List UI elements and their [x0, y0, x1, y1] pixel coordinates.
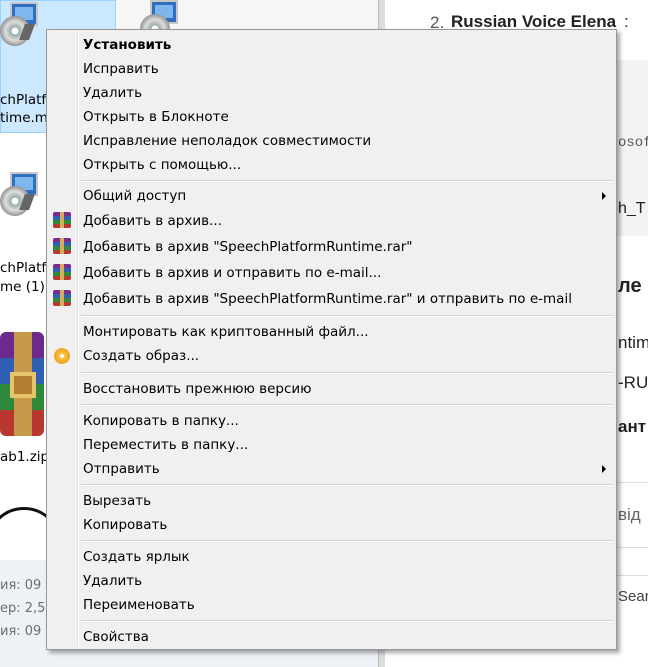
file-name[interactable]: me (1).	[0, 279, 49, 295]
file-name[interactable]: chPlatf	[0, 92, 46, 108]
menu-separator	[81, 404, 614, 406]
menu-item-uninstall[interactable]: Удалить	[83, 82, 142, 104]
menu-item-add-to-named-archive-email[interactable]: Добавить в архив "SpeechPlatformRuntime.…	[83, 288, 572, 310]
menu-item-send-to[interactable]: Отправить	[83, 458, 160, 480]
menu-item-move-to-folder[interactable]: Переместить в папку...	[83, 434, 248, 456]
installer-file-icon[interactable]	[0, 172, 44, 216]
search-input-text[interactable]: Searc	[618, 588, 648, 605]
winrar-icon	[53, 212, 71, 228]
doc-heading: ле	[618, 275, 642, 297]
details-value: ия: 09	[0, 578, 42, 593]
doc-text: h_T	[618, 200, 646, 217]
doc-text: ntim	[618, 333, 648, 352]
installer-file-icon[interactable]	[0, 2, 44, 46]
menu-item-open-with[interactable]: Открыть с помощью...	[83, 154, 241, 176]
menu-item-mount-encrypted[interactable]: Монтировать как криптованный файл...	[83, 321, 369, 343]
menu-item-install[interactable]: Установить	[83, 34, 171, 56]
doc-text: ант	[618, 417, 647, 436]
menu-separator	[81, 180, 614, 182]
menu-icon-gutter	[77, 32, 79, 647]
menu-item-copy-to-folder[interactable]: Копировать в папку...	[83, 410, 239, 432]
file-name[interactable]: time.m	[0, 110, 48, 126]
disc-image-icon	[54, 348, 70, 364]
context-menu: Установить Исправить Удалить Открыть в Б…	[46, 29, 617, 650]
menu-separator	[81, 372, 614, 374]
details-value: ер: 2,5	[0, 601, 46, 616]
menu-separator	[81, 620, 614, 622]
winrar-archive-icon[interactable]	[0, 332, 44, 436]
menu-item-properties[interactable]: Свойства	[83, 626, 149, 648]
comment-input-text[interactable]: від	[618, 505, 641, 525]
menu-item-delete[interactable]: Удалить	[83, 570, 142, 592]
menu-item-repair[interactable]: Исправить	[83, 58, 159, 80]
menu-item-rename[interactable]: Переименовать	[83, 594, 195, 616]
doc-text: -RU	[618, 373, 648, 392]
menu-separator	[81, 315, 614, 317]
winrar-icon	[53, 290, 71, 306]
file-name[interactable]: ab1.zip	[0, 449, 49, 465]
winrar-icon	[53, 264, 71, 280]
heading-colon: :	[624, 12, 629, 31]
menu-item-copy[interactable]: Копировать	[83, 514, 167, 536]
divider	[613, 575, 648, 576]
menu-item-add-to-archive-email[interactable]: Добавить в архив и отправить по e-mail..…	[83, 262, 381, 284]
menu-separator	[81, 484, 614, 486]
menu-item-create-shortcut[interactable]: Создать ярлык	[83, 546, 190, 568]
winrar-icon	[53, 238, 71, 254]
menu-item-open-in-notepad[interactable]: Открыть в Блокноте	[83, 106, 229, 128]
divider	[613, 482, 648, 483]
menu-item-add-to-archive[interactable]: Добавить в архив...	[83, 210, 222, 232]
menu-item-add-to-named-archive[interactable]: Добавить в архив "SpeechPlatformRuntime.…	[83, 236, 412, 258]
menu-item-create-image[interactable]: Создать образ...	[83, 345, 199, 367]
chevron-right-icon	[602, 192, 606, 200]
code-text: osof	[618, 135, 648, 151]
menu-separator	[81, 540, 614, 542]
menu-item-share[interactable]: Общий доступ	[83, 185, 186, 207]
menu-item-cut[interactable]: Вырезать	[83, 490, 151, 512]
details-value: ия: 09	[0, 624, 42, 639]
chevron-right-icon	[602, 465, 606, 473]
divider	[613, 547, 648, 548]
menu-item-troubleshoot-compatibility[interactable]: Исправление неполадок совместимости	[83, 130, 371, 152]
menu-item-restore-previous[interactable]: Восстановить прежнюю версию	[83, 378, 312, 400]
